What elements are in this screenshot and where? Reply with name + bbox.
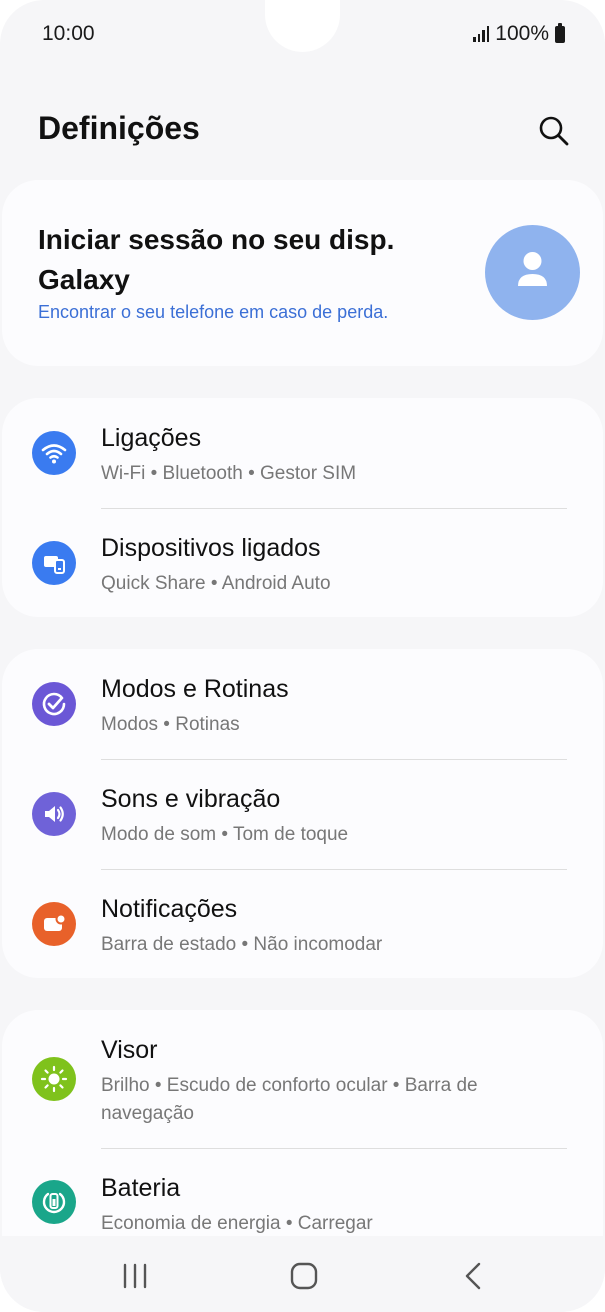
item-subtitle: Modos • Rotinas [101, 714, 240, 735]
battery-icon [32, 1180, 76, 1224]
settings-item-notifications[interactable]: Notificações Barra de estado • Não incom… [2, 869, 603, 979]
item-title: Dispositivos ligados [101, 534, 321, 562]
account-title: Iniciar sessão no seu disp. Galaxy [38, 224, 395, 295]
settings-group-connections: Ligações Wi-Fi • Bluetooth • Gestor SIM … [2, 398, 603, 617]
recent-apps-icon [123, 1263, 147, 1289]
signal-icon [473, 26, 490, 42]
item-subtitle: Barra de estado • Não incomodar [101, 934, 383, 955]
settings-item-connected-devices[interactable]: Dispositivos ligados Quick Share • Andro… [2, 508, 603, 618]
item-subtitle: Brilho • Escudo de conforto ocular • Bar… [101, 1075, 478, 1124]
back-button[interactable] [456, 1258, 492, 1294]
settings-item-sounds[interactable]: Sons e vibração Modo de som • Tom de toq… [2, 759, 603, 869]
item-title: Modos e Rotinas [101, 675, 289, 703]
settings-group-display: Visor Brilho • Escudo de conforto ocular… [2, 1010, 603, 1270]
search-icon [539, 116, 569, 146]
item-title: Visor [101, 1036, 158, 1064]
item-title: Notificações [101, 895, 238, 923]
home-icon [290, 1262, 318, 1290]
camera-notch [265, 0, 340, 52]
item-title: Bateria [101, 1174, 181, 1202]
speaker-icon [32, 792, 76, 836]
back-icon [465, 1262, 481, 1290]
find-phone-link[interactable]: Encontrar o seu telefone em caso de perd… [38, 302, 388, 323]
status-bar: 10:00 100% [0, 0, 605, 70]
notification-icon [32, 902, 76, 946]
item-title: Ligações [101, 424, 202, 452]
account-card[interactable]: Iniciar sessão no seu disp. Galaxy Encon… [2, 180, 603, 366]
battery-status-icon [555, 22, 565, 43]
item-subtitle: Quick Share • Android Auto [101, 573, 331, 594]
settings-item-connections[interactable]: Ligações Wi-Fi • Bluetooth • Gestor SIM [2, 398, 603, 508]
settings-item-display[interactable]: Visor Brilho • Escudo de conforto ocular… [2, 1010, 603, 1148]
status-time: 10:00 [42, 22, 95, 45]
home-button[interactable] [286, 1258, 322, 1294]
item-subtitle: Economia de energia • Carregar [101, 1213, 373, 1234]
battery-level: 100% [495, 22, 549, 45]
item-subtitle: Modo de som • Tom de toque [101, 824, 349, 845]
settings-group-modes: Modos e Rotinas Modos • Rotinas Sons e v… [2, 649, 603, 978]
wifi-icon [32, 431, 76, 475]
status-indicators: 100% [473, 22, 565, 46]
sun-icon [32, 1057, 76, 1101]
page-title: Definições [38, 110, 200, 146]
settings-screen: 10:00 100% Definições Iniciar sessão no … [0, 0, 605, 1312]
item-subtitle: Wi-Fi • Bluetooth • Gestor SIM [101, 463, 357, 484]
search-button[interactable] [536, 113, 572, 149]
devices-icon [32, 541, 76, 585]
check-circle-icon [32, 682, 76, 726]
recent-apps-button[interactable] [117, 1258, 153, 1294]
avatar[interactable] [485, 225, 580, 320]
settings-item-modes-routines[interactable]: Modos e Rotinas Modos • Rotinas [2, 649, 603, 759]
item-title: Sons e vibração [101, 785, 281, 813]
person-icon [518, 252, 547, 286]
navigation-bar [0, 1236, 605, 1312]
